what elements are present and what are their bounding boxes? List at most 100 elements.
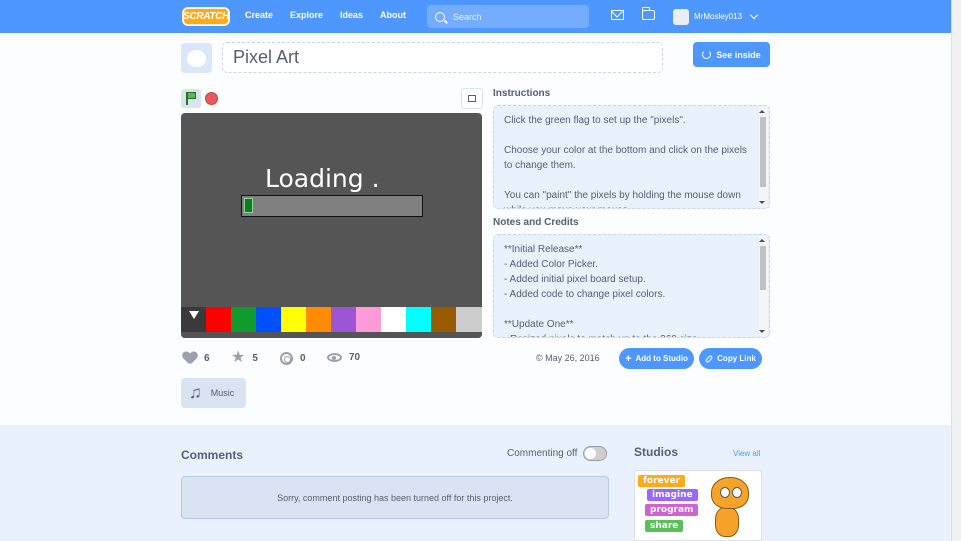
- my-stuff-folder-icon[interactable]: [641, 7, 655, 20]
- instructions-line: You can "paint" the pixels by holding th…: [504, 190, 741, 201]
- loves-count: 6: [204, 352, 210, 364]
- view-all-studios-link[interactable]: View all: [733, 449, 760, 458]
- copy-link-button[interactable]: Copy Link: [699, 348, 762, 369]
- cat-head: [711, 477, 749, 509]
- link-icon: [704, 354, 714, 363]
- color-swatch[interactable]: [431, 307, 456, 332]
- instructions-scrollbar[interactable]: [759, 107, 768, 207]
- notes-line: - Added code to change pixel colors.: [504, 289, 666, 300]
- commenting-toggle[interactable]: [583, 446, 607, 461]
- notes-line: - Resized pixels to match up to the 360 …: [504, 332, 749, 337]
- loves-stat[interactable]: 6: [183, 352, 210, 364]
- block-program: program: [645, 504, 699, 516]
- add-to-studio-button[interactable]: + Add to Studio: [619, 348, 694, 369]
- share-date: © May 26, 2016: [536, 353, 600, 363]
- project-author-avatar[interactable]: [181, 43, 212, 73]
- instructions-line: Choose your color at the bottom and clic…: [504, 145, 747, 156]
- project-stage[interactable]: Loading .: [181, 113, 482, 338]
- messages-icon[interactable]: [611, 10, 624, 20]
- cat-eye: [720, 487, 730, 498]
- instructions-text: Click the green flag to set up the "pixe…: [494, 106, 769, 208]
- fullscreen-icon-corner: [472, 98, 476, 102]
- color-swatch[interactable]: [456, 307, 482, 332]
- scroll-thumb[interactable]: [760, 246, 766, 290]
- loading-text: Loading .: [265, 164, 380, 193]
- stage-bottom-strip: [181, 332, 482, 338]
- scratch-cat-image: [701, 475, 751, 539]
- instructions-line: [504, 173, 749, 188]
- views-count: 70: [349, 352, 361, 363]
- search-box[interactable]: [427, 5, 589, 28]
- share-date-value: May 26, 2016: [545, 353, 600, 363]
- scroll-down-icon[interactable]: [759, 330, 765, 333]
- comments-disabled-notice: Sorry, comment posting has been turned o…: [181, 476, 609, 519]
- see-inside-button[interactable]: See inside: [693, 42, 770, 67]
- favorites-count: 5: [252, 352, 258, 364]
- views-stat: 70: [327, 352, 360, 363]
- instructions-box[interactable]: Click the green flag to set up the "pixe…: [493, 105, 770, 209]
- color-swatch[interactable]: [406, 307, 431, 332]
- commenting-off-label: Commenting off: [507, 448, 578, 459]
- remix-icon: [280, 352, 293, 365]
- color-swatch[interactable]: [231, 307, 256, 332]
- fullscreen-button[interactable]: [461, 88, 483, 109]
- nav-explore[interactable]: Explore: [290, 10, 323, 20]
- user-avatar[interactable]: [673, 9, 689, 25]
- music-tag[interactable]: ♫ Music: [181, 378, 246, 408]
- scroll-down-icon[interactable]: [759, 201, 765, 204]
- music-tag-label: Music: [210, 388, 235, 398]
- green-flag-button[interactable]: [181, 89, 201, 108]
- green-flag-cloth: [187, 92, 196, 99]
- instructions-line: Click the green flag to set up the "pixe…: [504, 115, 686, 126]
- stop-button[interactable]: [205, 92, 218, 105]
- notes-scrollbar[interactable]: [759, 236, 768, 336]
- copy-link-label: Copy Link: [717, 354, 756, 363]
- color-swatch[interactable]: [381, 307, 406, 332]
- top-navigation: SCRATCH Create Explore Ideas About MrMos…: [0, 0, 951, 33]
- color-swatch[interactable]: [281, 307, 306, 332]
- music-note-icon: ♫: [189, 383, 202, 402]
- see-inside-label: See inside: [716, 49, 761, 60]
- color-swatch[interactable]: [256, 307, 281, 332]
- color-swatch[interactable]: [356, 307, 381, 332]
- color-picker-swatch[interactable]: [181, 307, 206, 332]
- notes-line: - Added initial pixel board setup.: [504, 274, 646, 285]
- remixes-stat: 0: [280, 352, 306, 365]
- username[interactable]: MrMosley013: [694, 12, 742, 21]
- eye-icon: [327, 353, 342, 362]
- star-icon: ★: [231, 349, 246, 366]
- studio-thumbnail[interactable]: forever imagine program share: [634, 470, 762, 541]
- project-title-field[interactable]: Pixel Art: [222, 42, 663, 73]
- color-palette[interactable]: [181, 307, 482, 332]
- search-input[interactable]: [453, 11, 583, 22]
- nav-create[interactable]: Create: [245, 10, 273, 20]
- loading-progress-fill: [244, 198, 253, 213]
- color-swatch[interactable]: [331, 307, 356, 332]
- notes-box[interactable]: **Initial Release** - Added Color Picker.…: [493, 234, 770, 338]
- studios-title: Studios: [634, 445, 678, 459]
- toggle-knob: [585, 448, 596, 459]
- favorites-stat[interactable]: ★ 5: [231, 349, 258, 366]
- nav-about[interactable]: About: [380, 10, 406, 20]
- block-share: share: [645, 520, 684, 532]
- notes-text: **Initial Release** - Added Color Picker.…: [494, 235, 769, 337]
- chevron-down-icon[interactable]: [749, 10, 759, 20]
- page-scrollbar[interactable]: [951, 0, 961, 541]
- nav-ideas[interactable]: Ideas: [340, 10, 363, 20]
- notes-line: [504, 302, 749, 317]
- see-inside-icon: [702, 50, 712, 59]
- cat-eye: [732, 487, 742, 498]
- scroll-up-icon[interactable]: [759, 110, 765, 113]
- color-swatch[interactable]: [206, 307, 231, 332]
- instructions-line: to change them.: [504, 160, 576, 171]
- scratch-logo[interactable]: SCRATCH: [182, 7, 230, 26]
- color-swatch[interactable]: [306, 307, 331, 332]
- search-icon: [435, 11, 445, 22]
- block-imagine: imagine: [647, 489, 698, 501]
- scroll-thumb[interactable]: [760, 117, 766, 187]
- notes-line: - Added Color Picker.: [504, 259, 598, 270]
- notes-line: **Initial Release**: [504, 244, 583, 255]
- remixes-count: 0: [300, 353, 306, 364]
- scroll-up-icon[interactable]: [759, 239, 765, 242]
- heart-icon: [183, 352, 197, 364]
